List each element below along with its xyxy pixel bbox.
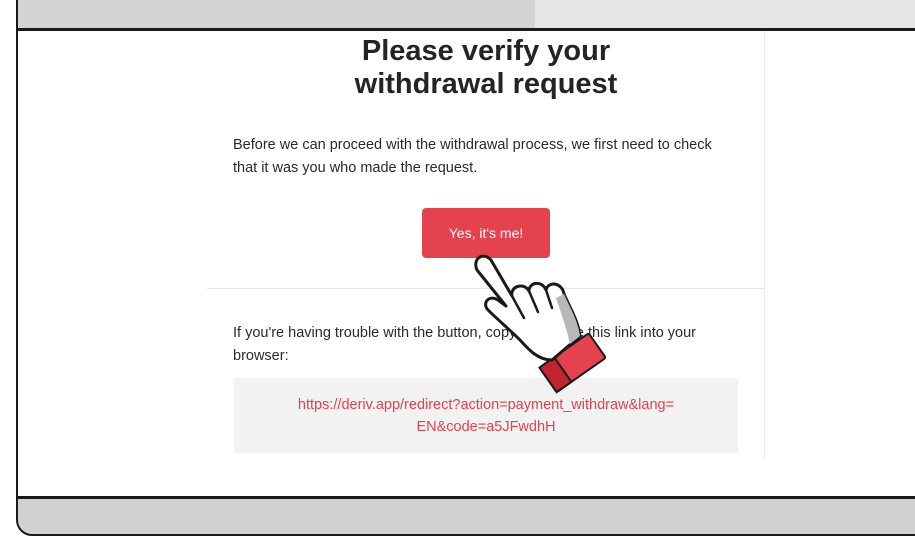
page-title: Please verify your withdrawal request [207, 35, 765, 101]
pointing-hand-icon [474, 254, 607, 394]
bottom-divider [18, 496, 915, 499]
browser-address-area [535, 0, 915, 30]
email-viewport: Please verify your withdrawal request Be… [18, 31, 915, 496]
intro-line: that it was you who made the request. [233, 160, 478, 176]
heading-line: Please verify your [361, 35, 611, 67]
heading-line: withdrawal request [354, 68, 618, 100]
browser-titlebar [18, 0, 535, 30]
intro-line: Before we can proceed with the withdrawa… [233, 137, 712, 153]
browser-window: Please verify your withdrawal request Be… [16, 0, 915, 536]
intro-text: Before we can proceed with the withdrawa… [233, 134, 763, 180]
